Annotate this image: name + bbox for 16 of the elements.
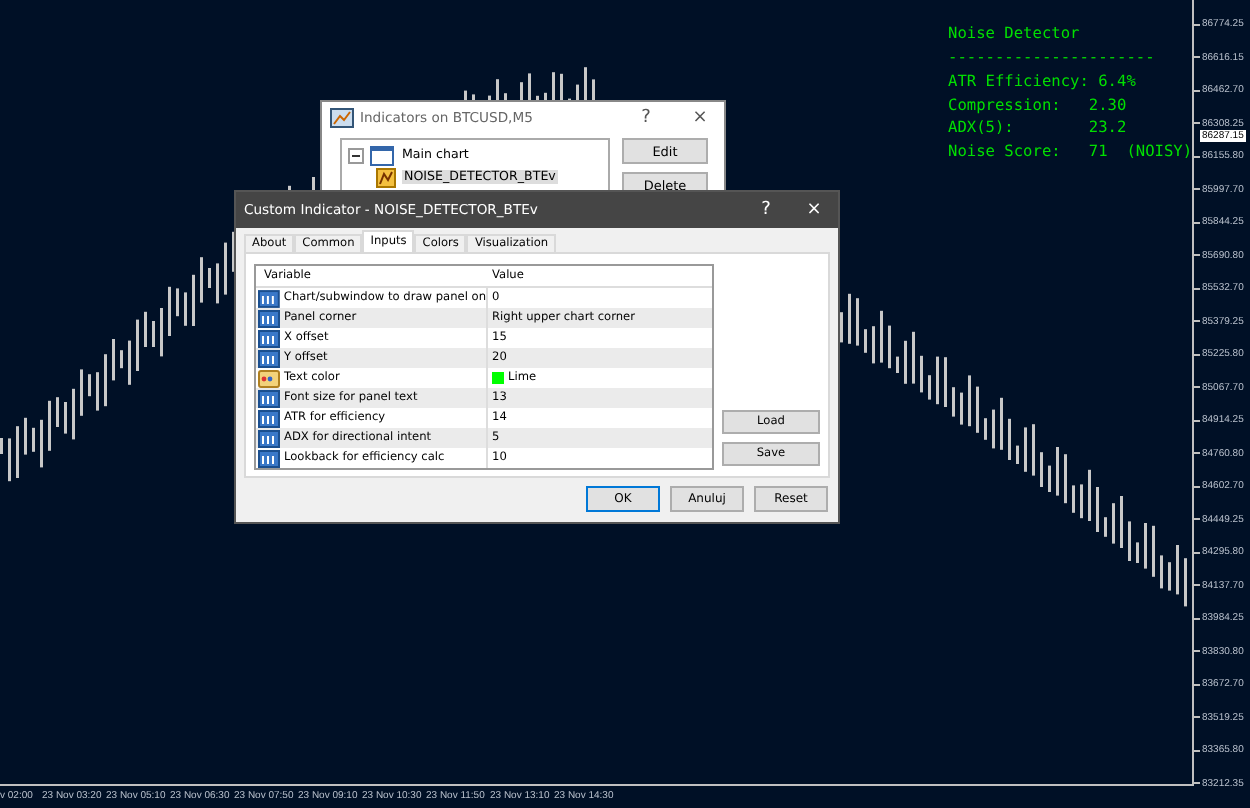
number-icon <box>258 429 280 447</box>
number-icon <box>258 389 280 407</box>
number-icon <box>258 329 280 347</box>
number-icon <box>258 289 280 307</box>
window-icon <box>330 108 354 128</box>
number-icon <box>258 349 280 367</box>
number-icon <box>258 309 280 327</box>
close-button[interactable]: × <box>790 200 838 220</box>
help-button[interactable]: ? <box>742 200 790 220</box>
chart-window-icon <box>370 145 394 165</box>
palette-icon <box>258 369 280 387</box>
number-icon <box>258 409 280 427</box>
help-button[interactable]: ? <box>622 108 670 128</box>
number-icon <box>258 449 280 467</box>
close-button[interactable]: × <box>676 108 724 128</box>
indicator-icon <box>376 167 396 187</box>
